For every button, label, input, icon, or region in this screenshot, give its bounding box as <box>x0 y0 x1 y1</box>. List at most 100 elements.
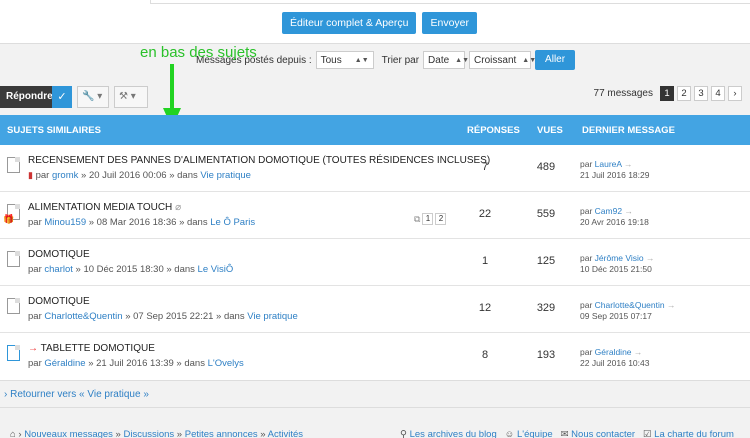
topic-icon <box>7 345 20 361</box>
goto-last-icon[interactable]: → <box>646 253 655 263</box>
topic-icon <box>7 298 20 314</box>
send-button[interactable]: Envoyer <box>422 12 478 34</box>
topic-forum[interactable]: Vie pratique <box>247 311 298 322</box>
table-row: DOMOTIQUE par charlot » 10 Déc 2015 18:3… <box>0 239 750 286</box>
footer-link-team[interactable]: L'équipe <box>517 429 553 438</box>
topic-title[interactable]: → TABLETTE DOMOTIQUE <box>28 343 155 354</box>
topic-title[interactable]: DOMOTIQUE <box>28 249 90 260</box>
last-post: par Charlotte&Quentin → 09 Sep 2015 07:1… <box>580 300 676 321</box>
sort-select[interactable]: Date ▲▼ <box>423 51 469 69</box>
table-header: SUJETS SIMILAIRES RÉPONSES VUES DERNIER … <box>0 115 750 145</box>
topic-title[interactable]: DOMOTIQUE <box>28 296 90 307</box>
view-count: 125 <box>536 255 556 267</box>
archive-icon: ⚲ <box>400 429 407 438</box>
goto-last-icon[interactable]: → <box>624 206 633 216</box>
similar-topics-table: SUJETS SIMILAIRES RÉPONSES VUES DERNIER … <box>0 115 750 381</box>
topic-page-1[interactable]: 1 <box>422 213 434 225</box>
topic-author[interactable]: charlot <box>44 264 73 275</box>
footer-nav-left: ⌂ › Nouveaux messages » Discussions » Pe… <box>10 429 304 438</box>
full-editor-button[interactable]: Éditeur complet & Aperçu <box>282 12 417 34</box>
page-4[interactable]: 4 <box>711 86 725 101</box>
last-post: par Jérôme Visio → 10 Déc 2015 21:50 <box>580 253 655 274</box>
header-views: VUES <box>537 125 563 136</box>
next-page-icon[interactable]: › <box>728 86 742 101</box>
footer-link-activities[interactable]: Activités <box>268 429 303 438</box>
return-link[interactable]: › Retourner vers « Vie pratique » <box>4 389 149 400</box>
topic-forum[interactable]: Le Ô Paris <box>210 217 255 228</box>
reply-count: 7 <box>481 161 489 173</box>
footer-link-charter[interactable]: La charte du forum <box>654 429 734 438</box>
topic-meta: par Charlotte&Quentin » 07 Sep 2015 22:2… <box>28 311 298 322</box>
gift-icon: 🎁 <box>3 214 15 224</box>
topic-author[interactable]: gromk <box>52 170 78 181</box>
topic-meta: par charlot » 10 Déc 2015 18:30 » dans L… <box>28 264 234 275</box>
action-bar: Répondre ✓ 🔧 ▾ ⚒ ▾ 77 messages 1 2 3 4 › <box>0 86 750 108</box>
go-button[interactable]: Aller <box>535 50 576 70</box>
last-post: par Cam92 → 20 Avr 2016 19:18 <box>580 206 649 227</box>
wrench-icon[interactable]: 🔧 ▾ <box>77 86 109 108</box>
table-row: 🎁 ALIMENTATION MEDIA TOUCH ⌀ par Minou15… <box>0 192 750 239</box>
page-3[interactable]: 3 <box>694 86 708 101</box>
footer-link-contact[interactable]: Nous contacter <box>571 429 635 438</box>
check-icon: ☑ <box>643 429 652 438</box>
view-count: 559 <box>536 208 556 220</box>
last-post: par LaureA → 21 Juil 2016 18:29 <box>580 159 650 180</box>
table-row: → TABLETTE DOMOTIQUE par Géraldine » 21 … <box>0 333 750 380</box>
topic-author[interactable]: Géraldine <box>44 358 85 369</box>
topic-author[interactable]: Minou159 <box>44 217 86 228</box>
footer-nav-right: ⚲ Les archives du blog ☺ L'équipe ✉ Nous… <box>400 429 734 438</box>
view-count: 489 <box>536 161 556 173</box>
footer-link-ads[interactable]: Petites annonces <box>185 429 258 438</box>
page-1[interactable]: 1 <box>660 86 674 101</box>
footer-link-archives[interactable]: Les archives du blog <box>410 429 497 438</box>
attachment-icon: ⌀ <box>175 202 182 213</box>
footer-link-discussions[interactable]: Discussions <box>123 429 174 438</box>
last-post-user[interactable]: Charlotte&Quentin <box>595 300 665 310</box>
last-post-user[interactable]: Géraldine <box>595 347 632 357</box>
reply-count: 1 <box>481 255 489 267</box>
home-icon[interactable]: ⌂ <box>10 429 16 438</box>
topic-title[interactable]: ALIMENTATION MEDIA TOUCH ⌀ <box>28 202 181 213</box>
goto-last-icon[interactable]: → <box>667 300 676 310</box>
hammer-icon[interactable]: ⚒ ▾ <box>114 86 148 108</box>
topic-icon <box>7 251 20 267</box>
topic-forum[interactable]: Vie pratique <box>200 170 251 181</box>
topic-author[interactable]: Charlotte&Quentin <box>44 311 122 322</box>
topic-forum[interactable]: L'Ovelys <box>208 358 244 369</box>
topic-meta: par Géraldine » 21 Juil 2016 13:39 » dan… <box>28 358 244 369</box>
last-post-user[interactable]: Jérôme Visio <box>595 253 644 263</box>
sort-label: Trier par <box>381 54 420 66</box>
topic-meta: par Minou159 » 08 Mar 2016 18:36 » dans … <box>28 217 256 228</box>
order-select[interactable]: Croissant ▲▼ <box>469 51 536 69</box>
last-post-user[interactable]: Cam92 <box>595 206 622 216</box>
since-select[interactable]: Tous ▲▼ <box>315 51 374 69</box>
reply-count: 22 <box>478 208 492 220</box>
last-post-user[interactable]: LaureA <box>595 159 622 169</box>
team-icon: ☺ <box>504 429 515 438</box>
goto-last-icon[interactable]: → <box>634 347 643 357</box>
page-2[interactable]: 2 <box>677 86 691 101</box>
footer-link-new[interactable]: Nouveaux messages <box>24 429 113 438</box>
pages-icon: ⧉ <box>414 213 421 224</box>
table-row: RECENSEMENT DES PANNES D'ALIMENTATION DO… <box>0 145 750 192</box>
table-row: DOMOTIQUE par Charlotte&Quentin » 07 Sep… <box>0 286 750 333</box>
topic-page-2[interactable]: 2 <box>435 213 447 225</box>
reply-button[interactable]: Répondre <box>0 86 59 108</box>
goto-last-icon[interactable]: → <box>624 159 633 169</box>
message-count: 77 messages <box>593 88 653 99</box>
footer: ⌂ › Nouveaux messages » Discussions » Pe… <box>0 407 750 438</box>
header-topics: SUJETS SIMILAIRES <box>7 125 101 136</box>
moved-arrow-icon: → <box>28 343 38 354</box>
view-count: 193 <box>536 349 556 361</box>
topic-title[interactable]: RECENSEMENT DES PANNES D'ALIMENTATION DO… <box>28 155 490 166</box>
reply-count: 12 <box>478 302 492 314</box>
header-last: DERNIER MESSAGE <box>582 125 675 136</box>
quick-reply-icon[interactable]: ✓ <box>52 86 72 108</box>
header-replies: RÉPONSES <box>467 125 520 136</box>
topic-icon <box>7 157 20 173</box>
post-actions: Éditeur complet & Aperçu Envoyer <box>282 12 478 34</box>
pagination: 77 messages 1 2 3 4 › <box>594 86 742 101</box>
topic-meta: ▮ par gromk » 20 Juil 2016 00:06 » dans … <box>28 170 251 181</box>
reply-editor-box <box>150 0 750 4</box>
topic-forum[interactable]: Le VisiÔ <box>198 264 234 275</box>
